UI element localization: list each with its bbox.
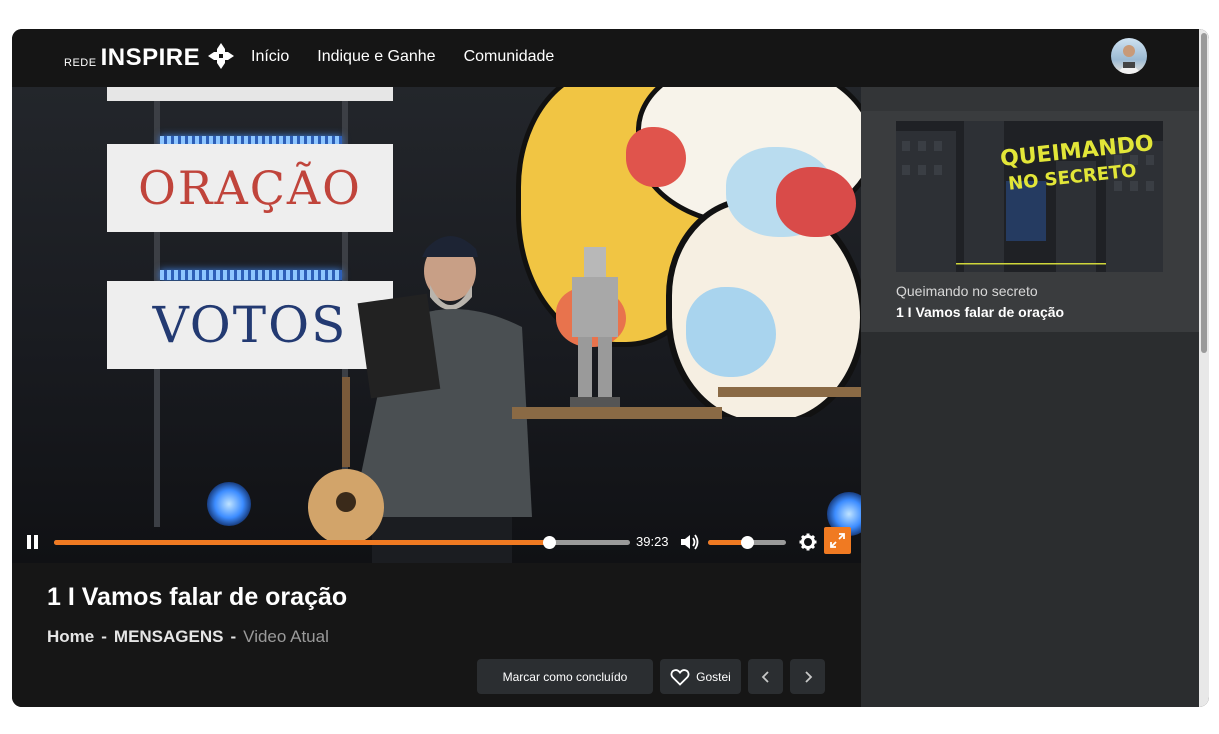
like-label: Gostei bbox=[696, 669, 731, 684]
armor-statue bbox=[570, 247, 620, 407]
mark-complete-button[interactable]: Marcar como concluído bbox=[477, 659, 653, 694]
logo[interactable]: REDE INSPIRE bbox=[64, 41, 236, 72]
avatar-person-icon bbox=[1119, 45, 1139, 74]
nav-inicio[interactable]: Início bbox=[251, 48, 289, 66]
breadcrumb: Home - MENSAGENS - Video Atual bbox=[47, 627, 329, 647]
previous-button[interactable] bbox=[748, 659, 783, 694]
volume-handle[interactable] bbox=[741, 536, 754, 549]
user-avatar[interactable] bbox=[1111, 38, 1147, 74]
next-button[interactable] bbox=[790, 659, 825, 694]
chevron-right-icon bbox=[804, 670, 812, 683]
stage-sign-strip bbox=[107, 87, 393, 101]
volume-slider[interactable] bbox=[708, 536, 786, 549]
volume-icon[interactable] bbox=[680, 533, 700, 551]
led-bar bbox=[160, 270, 342, 280]
breadcrumb-current: Video Atual bbox=[243, 627, 329, 646]
playlist-item-title: 1 I Vamos falar de oração bbox=[896, 304, 1065, 320]
page-scrollbar[interactable] bbox=[1199, 29, 1209, 707]
stage-table bbox=[512, 407, 722, 419]
main-nav: Início Indique e Ganhe Comunidade bbox=[251, 48, 554, 66]
sidebar-header-strip bbox=[861, 87, 1199, 111]
nav-indique-e-ganhe[interactable]: Indique e Ganhe bbox=[317, 48, 435, 66]
breadcrumb-home[interactable]: Home bbox=[47, 627, 94, 647]
chevron-left-icon bbox=[761, 670, 769, 683]
logo-name: INSPIRE bbox=[100, 44, 201, 71]
pause-button[interactable] bbox=[26, 535, 42, 551]
breadcrumb-separator: - bbox=[101, 627, 107, 646]
video-thumbnail[interactable]: QUEIMANDO NO SECRETO bbox=[896, 121, 1163, 272]
logo-prefix: REDE bbox=[64, 57, 97, 69]
video-title: 1 I Vamos falar de oração bbox=[47, 583, 348, 611]
top-header: REDE INSPIRE Início Indique e Ganhe Comu… bbox=[12, 29, 1199, 87]
expand-icon bbox=[830, 533, 845, 548]
video-controls: 39:23 bbox=[12, 525, 861, 563]
progress-handle[interactable] bbox=[543, 536, 557, 549]
stage-sign-oracao: ORAÇÃO bbox=[107, 144, 393, 232]
progress-bar[interactable] bbox=[54, 536, 630, 549]
settings-gear-icon[interactable] bbox=[799, 533, 817, 551]
app-window: REDE INSPIRE Início Indique e Ganhe Comu… bbox=[12, 29, 1209, 707]
video-player[interactable]: ORAÇÃO VOTOS 39:23 bbox=[12, 87, 861, 563]
fullscreen-button[interactable] bbox=[824, 527, 851, 554]
scrollbar-thumb[interactable] bbox=[1201, 33, 1207, 353]
stage-table bbox=[718, 387, 861, 397]
stage-light bbox=[207, 482, 251, 526]
heart-icon bbox=[670, 668, 690, 686]
nav-comunidade[interactable]: Comunidade bbox=[464, 48, 555, 66]
guitar bbox=[308, 377, 384, 545]
time-display: 39:23 bbox=[636, 534, 669, 549]
video-info: 1 I Vamos falar de oração Home - MENSAGE… bbox=[12, 563, 861, 707]
breadcrumb-separator: - bbox=[230, 627, 237, 646]
playlist-series-name: Queimando no secreto bbox=[896, 283, 1038, 299]
progress-fill bbox=[54, 540, 550, 545]
playlist-sidebar: QUEIMANDO NO SECRETO Queimando no secret… bbox=[861, 87, 1199, 707]
playlist-item[interactable]: QUEIMANDO NO SECRETO Queimando no secret… bbox=[861, 111, 1199, 332]
like-button[interactable]: Gostei bbox=[660, 659, 741, 694]
cross-logo-icon bbox=[208, 43, 235, 69]
breadcrumb-section[interactable]: MENSAGENS bbox=[114, 627, 224, 647]
